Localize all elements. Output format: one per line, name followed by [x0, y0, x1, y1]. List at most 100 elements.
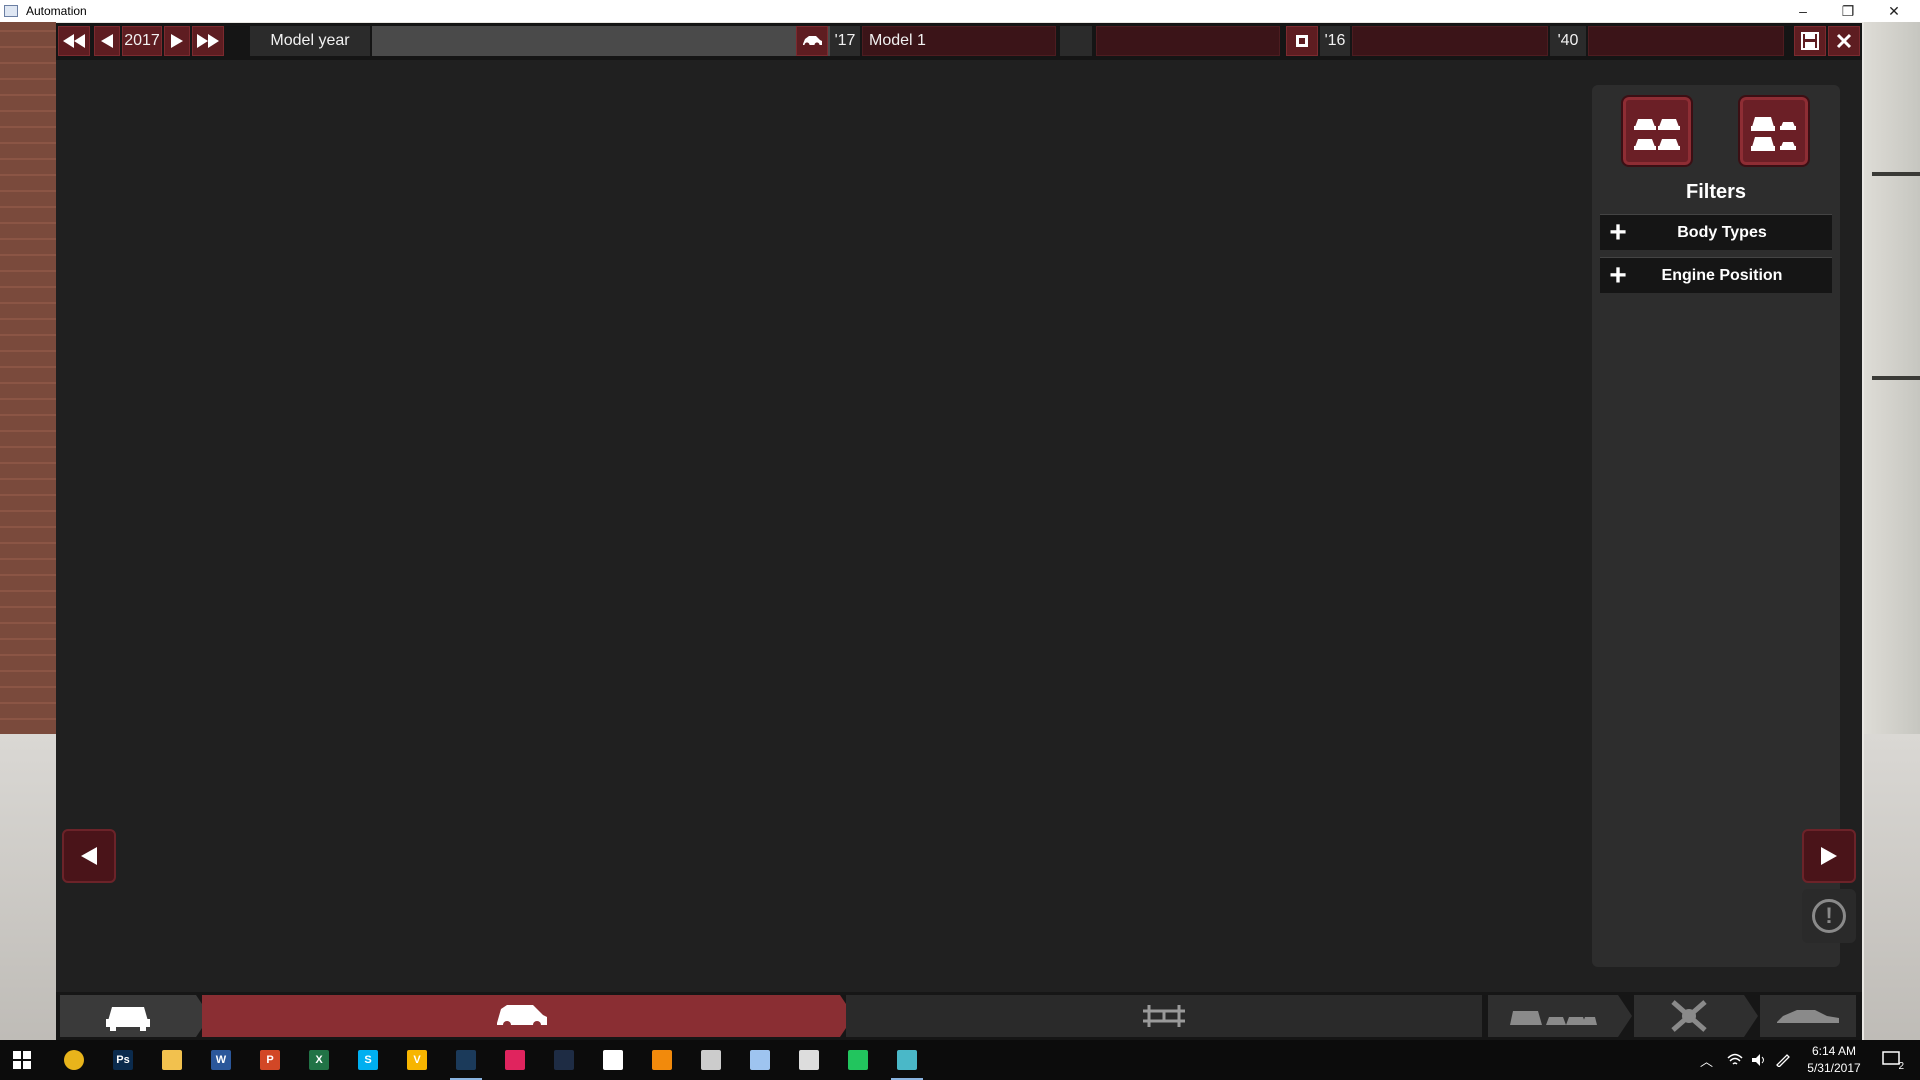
- system-tray: ︿: [1700, 1040, 1791, 1080]
- app-headset-icon: [848, 1050, 868, 1070]
- next-icon: [171, 34, 183, 48]
- car-group-icon: [1751, 117, 1796, 151]
- engine-name-field[interactable]: [1352, 26, 1548, 56]
- taskbar-app-controller[interactable]: [691, 1044, 731, 1076]
- taskbar-app-app-diamond[interactable]: [740, 1044, 780, 1076]
- year-display: 2017: [122, 26, 162, 56]
- help-button[interactable]: !: [1802, 889, 1856, 943]
- engine-variant-field[interactable]: [1588, 26, 1784, 56]
- grid-view-button[interactable]: [1621, 95, 1693, 167]
- taskbar-app-excel[interactable]: X: [299, 1044, 339, 1076]
- filter-engine-position[interactable]: + Engine Position: [1600, 257, 1832, 293]
- plus-icon: +: [1609, 258, 1627, 292]
- model-name-field[interactable]: Model 1: [862, 26, 1056, 56]
- skype-icon: S: [358, 1050, 378, 1070]
- taskbar-app-photoshop[interactable]: Ps: [103, 1044, 143, 1076]
- car-lineup-icon: [1510, 1011, 1597, 1025]
- stage-trims[interactable]: [1488, 995, 1618, 1037]
- taskbar-app-word[interactable]: W: [201, 1044, 241, 1076]
- year-fast-forward-button[interactable]: [192, 26, 224, 56]
- filter-label: Body Types: [1677, 223, 1767, 241]
- pen-icon: [1776, 1054, 1790, 1067]
- car-front-icon: [106, 1007, 150, 1031]
- app-diamond-icon: [750, 1050, 770, 1070]
- stage-body-selection[interactable]: [202, 995, 840, 1037]
- floor-left: [0, 734, 56, 1060]
- clock-date: 5/31/2017: [1807, 1061, 1861, 1075]
- exclamation-icon: !: [1812, 899, 1846, 933]
- stage-tuning[interactable]: [1634, 995, 1744, 1037]
- engine-variant-year: '40: [1550, 26, 1586, 56]
- taskbar-app-steam[interactable]: [446, 1044, 486, 1080]
- save-button[interactable]: [1794, 26, 1826, 56]
- chassis-icon: [1143, 1005, 1185, 1027]
- action-center-button[interactable]: 2: [1872, 1044, 1912, 1076]
- brick-wall: [0, 22, 56, 734]
- taskbar-app-app-pink[interactable]: [495, 1044, 535, 1076]
- store-icon: [603, 1050, 623, 1070]
- grouped-view-button[interactable]: [1738, 95, 1810, 167]
- minimize-button[interactable]: –: [1783, 0, 1823, 22]
- car-icon: [803, 36, 822, 48]
- stage-finish[interactable]: [1760, 995, 1856, 1037]
- engine-year: '16: [1320, 26, 1350, 56]
- model-icon-button[interactable]: [796, 26, 828, 56]
- floor-right: [1864, 734, 1920, 1060]
- shelf: [1872, 376, 1920, 380]
- year-back-button[interactable]: [94, 26, 120, 56]
- stage-navigation-bar: [56, 992, 1862, 1040]
- model-year-short: '17: [830, 26, 860, 56]
- stage-car-model[interactable]: [60, 995, 196, 1037]
- stage-chassis[interactable]: [846, 995, 1482, 1037]
- file-explorer-icon: [162, 1050, 182, 1070]
- top-toolbar: 2017 Model year '17 Model 1 '16 '40: [56, 23, 1862, 60]
- windows-icon: [13, 1051, 31, 1069]
- model-year-label: Model year: [250, 26, 370, 56]
- app-chart-icon: [799, 1050, 819, 1070]
- engine-icon-button[interactable]: [1286, 26, 1318, 56]
- close-button[interactable]: [1828, 26, 1860, 56]
- garage-wall: [1864, 22, 1920, 734]
- taskbar-app-skype[interactable]: S: [348, 1044, 388, 1076]
- word-icon: W: [211, 1050, 231, 1070]
- filters-title: Filters: [1685, 181, 1747, 203]
- taskbar-app-file-explorer[interactable]: [152, 1044, 192, 1076]
- chevron-up-icon[interactable]: ︿: [1700, 1051, 1713, 1070]
- window-title-bar: Automation – ❐ ✕: [0, 0, 1920, 22]
- restore-button[interactable]: ❐: [1828, 0, 1868, 22]
- sports-car-icon: [1777, 1010, 1839, 1023]
- trim-year-field[interactable]: [1060, 26, 1092, 56]
- year-fast-back-button[interactable]: [58, 26, 90, 56]
- shelf: [1872, 172, 1920, 176]
- taskbar-clock[interactable]: 6:14 AM 5/31/2017: [1800, 1043, 1868, 1077]
- powerpoint-icon: P: [260, 1050, 280, 1070]
- wifi-icon: [1727, 1053, 1743, 1065]
- taskbar-app-app-v[interactable]: V: [397, 1044, 437, 1076]
- fast-rewind-icon: [63, 34, 85, 48]
- engine-icon: [1296, 35, 1308, 47]
- taskbar-app-automation[interactable]: [887, 1044, 927, 1080]
- taskbar-app-app-headset[interactable]: [838, 1044, 878, 1076]
- chrome-icon: [64, 1050, 84, 1070]
- taskbar-app-powerpoint[interactable]: P: [250, 1044, 290, 1076]
- plus-icon: +: [1609, 215, 1627, 249]
- taskbar-app-store[interactable]: [593, 1044, 633, 1076]
- taskbar-app-chrome[interactable]: [54, 1044, 94, 1076]
- taskbar-app-app-moon[interactable]: [544, 1044, 584, 1076]
- stage-chevron: [1618, 995, 1632, 1037]
- next-page-button[interactable]: [1802, 829, 1856, 883]
- start-button[interactable]: [2, 1044, 42, 1076]
- taskbar-app-app-chart[interactable]: [789, 1044, 829, 1076]
- app-orange-icon: [652, 1050, 672, 1070]
- close-window-button[interactable]: ✕: [1874, 0, 1914, 22]
- filter-body-types[interactable]: + Body Types: [1600, 214, 1832, 250]
- app-moon-icon: [554, 1050, 574, 1070]
- excel-icon: X: [309, 1050, 329, 1070]
- controller-icon: [701, 1050, 721, 1070]
- fast-forward-icon: [197, 34, 219, 48]
- previous-page-button[interactable]: [62, 829, 116, 883]
- trim-name-field[interactable]: [1096, 26, 1280, 56]
- toolbar-spacer: [372, 26, 850, 56]
- year-forward-button[interactable]: [164, 26, 190, 56]
- taskbar-app-app-orange[interactable]: [642, 1044, 682, 1076]
